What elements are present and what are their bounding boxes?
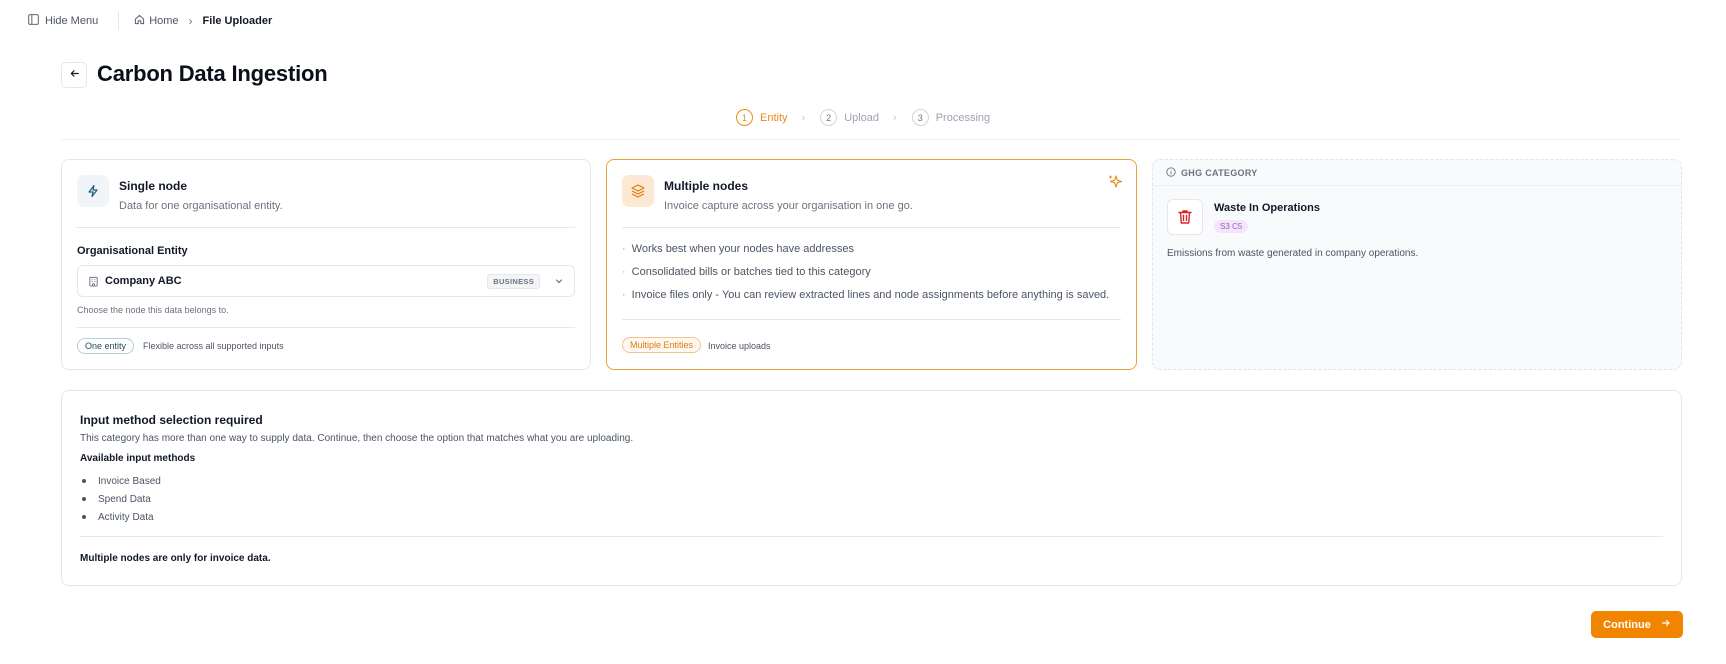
divider [80,536,1663,537]
info-icon [1166,167,1176,179]
chevron-right-icon: › [893,111,897,124]
multiple-entities-badge: Multiple Entities [622,337,702,353]
ghg-header-label: GHG CATEGORY [1181,168,1258,178]
divider [1153,185,1681,186]
trash-icon [1167,199,1203,235]
org-entity-help: Choose the node this data belongs to. [77,305,229,315]
org-entity-select[interactable]: Company ABC BUSINESS [77,265,575,297]
input-methods-list: Invoice Based Spend Data Activity Data [80,472,161,526]
divider [622,227,1121,228]
step-processing[interactable]: 3 Processing [911,109,991,126]
badge-note: Invoice uploads [708,341,771,351]
chevron-right-icon: › [188,14,193,28]
header-divider [61,139,1681,140]
page-title: Carbon Data Ingestion [97,61,328,86]
org-entity-value: Company ABC [105,275,182,287]
list-item: Invoice files only - You can review extr… [622,289,1110,312]
hide-menu-label: Hide Menu [45,15,99,27]
arrow-left-icon [69,66,80,84]
continue-label: Continue [1603,618,1651,631]
badge-note: Flexible across all supported inputs [143,341,284,351]
panel-footnote: Multiple nodes are only for invoice data… [80,553,271,564]
ghg-header: GHG CATEGORY [1166,167,1258,179]
divider [118,12,120,30]
list-item: Activity Data [80,508,161,526]
panel-subtitle: Available input methods [80,453,196,464]
sidebar-toggle-icon [28,14,39,28]
list-item: Invoice Based [80,472,161,490]
home-icon [134,14,145,28]
card-title: Single node [119,179,188,193]
divider [77,327,575,328]
ghg-category-card: GHG CATEGORY Waste In Operations S3 C5 E… [1152,159,1682,370]
feature-list: Works best when your nodes have addresse… [622,243,1110,312]
panel-title: Input method selection required [80,413,263,427]
layers-icon [622,175,654,207]
card-title: Multiple nodes [664,179,748,193]
breadcrumb-home-link[interactable]: Home [134,14,179,28]
breadcrumb-home-label: Home [149,15,179,27]
step-number: 3 [911,109,929,126]
org-entity-label: Organisational Entity [77,245,188,257]
panel-description: This category has more than one way to s… [80,433,634,444]
chevron-down-icon [554,276,564,286]
list-item: Consolidated bills or batches tied to th… [622,266,1109,289]
step-label: Processing [935,111,991,124]
step-number: 2 [820,109,838,126]
card-subtitle: Invoice capture across your organisation… [664,200,913,212]
step-upload[interactable]: 2 Upload [820,109,879,126]
list-item: Spend Data [80,490,161,508]
entity-type-badge: BUSINESS [487,273,540,289]
multiple-nodes-card[interactable]: Multiple nodes Invoice capture across yo… [606,159,1137,370]
stepper: 1 Entity › 2 Upload › 3 Processing [736,109,990,126]
step-number: 1 [736,109,753,126]
breadcrumb-current: File Uploader [202,15,273,27]
building-icon [88,276,99,287]
input-method-panel: Input method selection required This cat… [61,390,1682,586]
top-bar: Hide Menu Home › File Uploader [28,12,272,30]
divider [622,319,1121,320]
lightning-icon [77,175,109,207]
breadcrumb: Home › File Uploader [134,14,272,28]
hide-menu-button[interactable]: Hide Menu [28,14,98,28]
card-subtitle: Data for one organisational entity. [119,200,283,212]
one-entity-badge: One entity [77,338,135,354]
list-item: Works best when your nodes have addresse… [622,243,1109,266]
step-entity[interactable]: 1 Entity [736,109,788,126]
single-node-card[interactable]: Single node Data for one organisational … [61,159,591,370]
back-button[interactable] [61,62,87,88]
sparkles-icon [1107,174,1123,195]
ghg-category-title: Waste In Operations [1214,202,1320,214]
ghg-category-description: Emissions from waste generated in compan… [1167,248,1419,259]
step-label: Entity [760,111,788,124]
scope-category-badge: S3 C5 [1214,220,1249,233]
divider [77,227,575,228]
continue-button[interactable]: Continue [1591,611,1683,638]
chevron-right-icon: › [801,111,806,124]
arrow-right-icon [1661,618,1671,631]
step-label: Upload [844,111,880,124]
